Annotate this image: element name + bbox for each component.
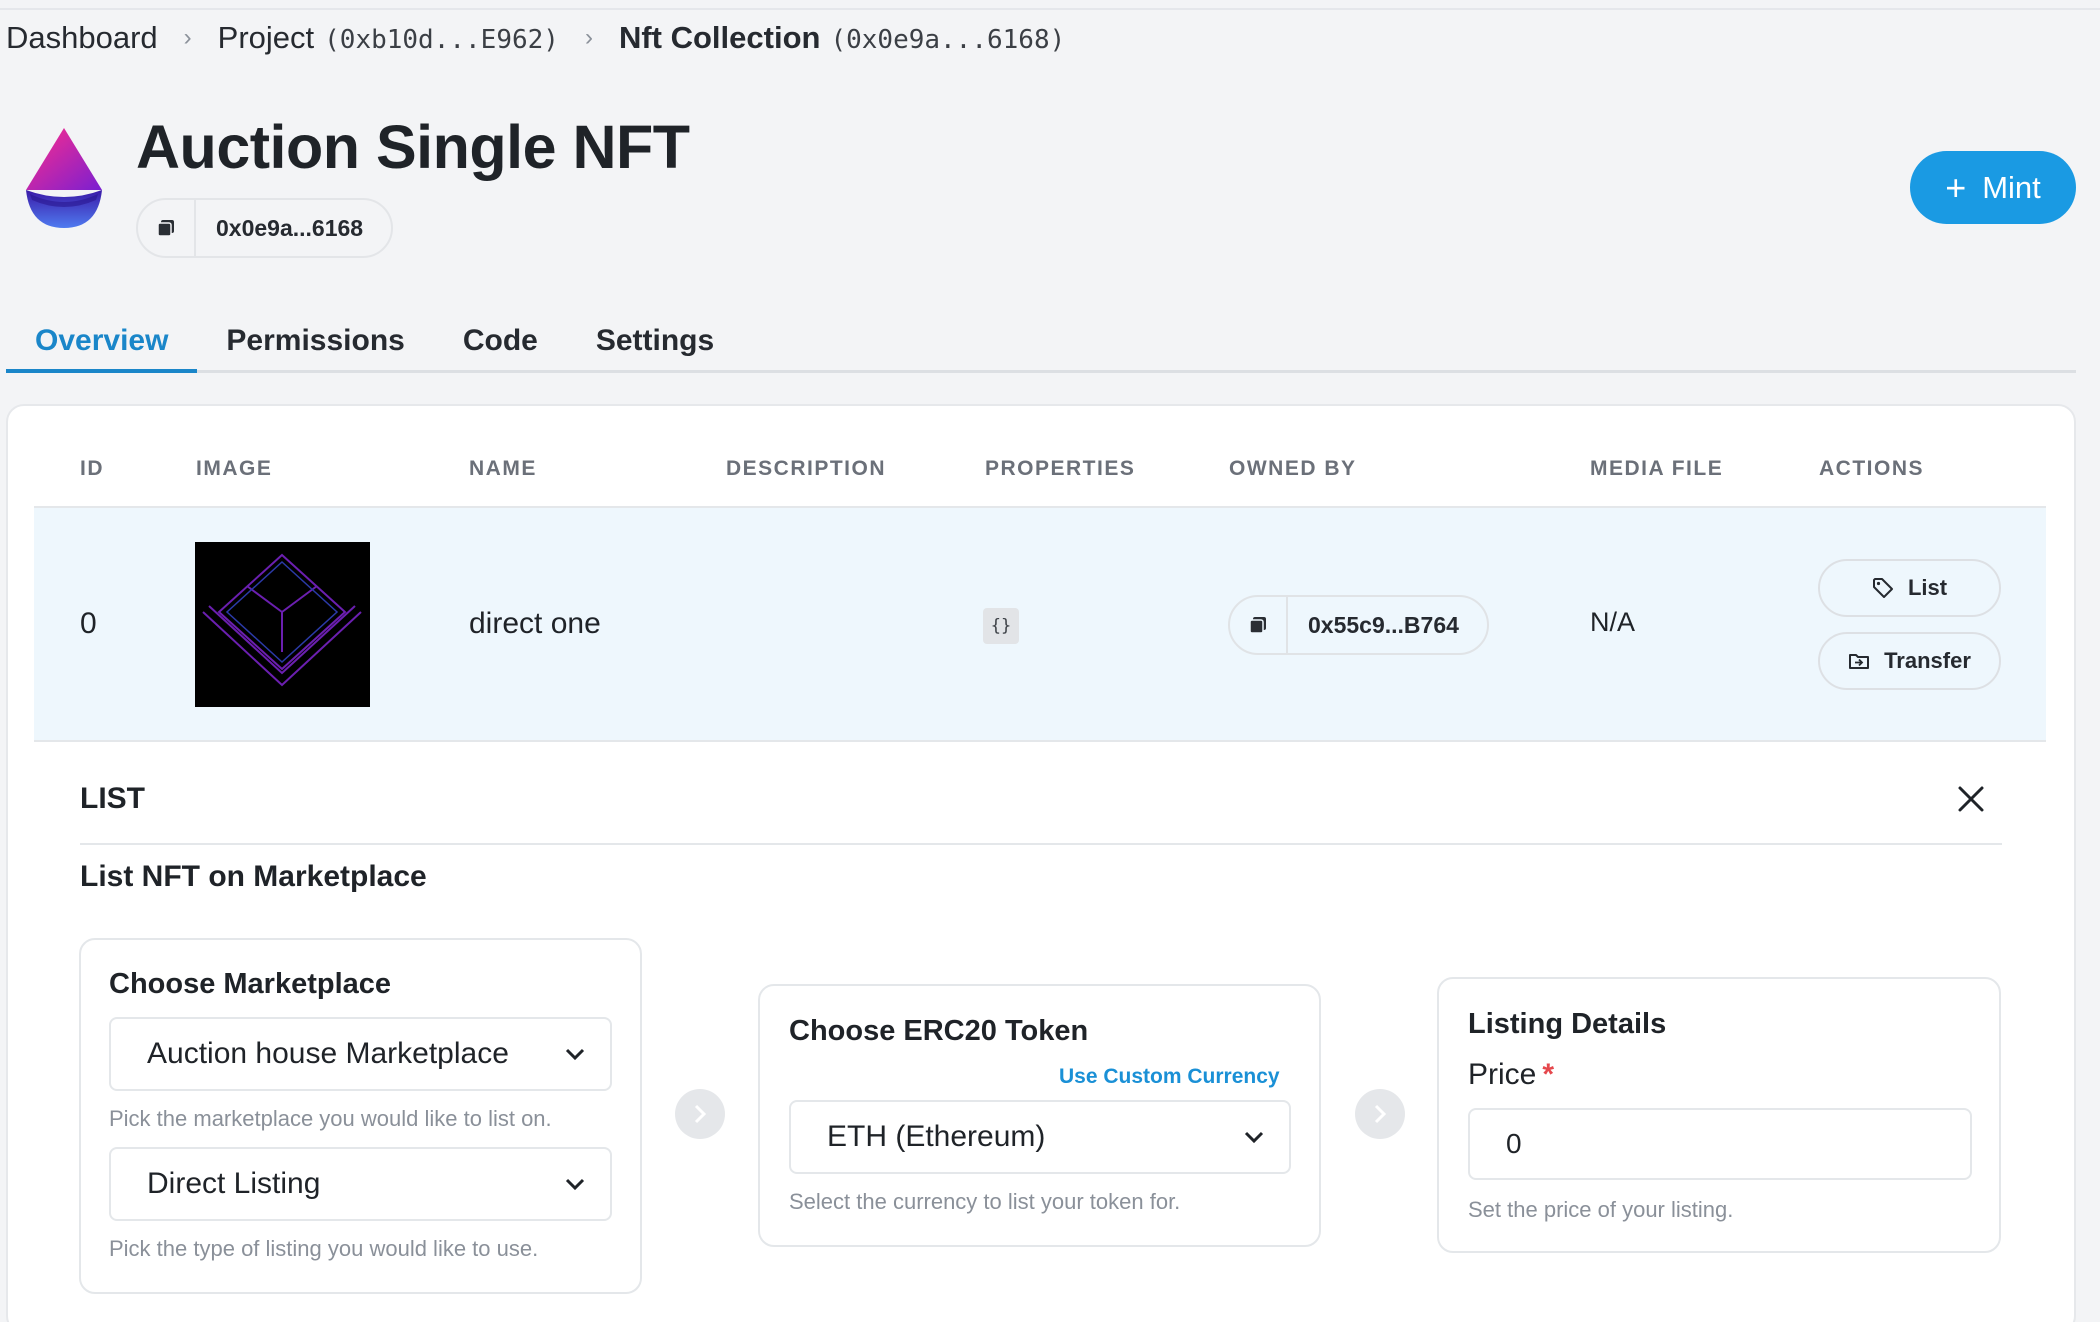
tab-permissions[interactable]: Permissions xyxy=(197,318,433,373)
column-header-name: NAME xyxy=(469,457,537,480)
marketplace-help: Pick the marketplace you would like to l… xyxy=(109,1106,552,1131)
copy-icon[interactable] xyxy=(1230,597,1288,653)
breadcrumb-project[interactable]: Project (0xb10d...E962) xyxy=(218,20,559,56)
cell-name: direct one xyxy=(469,607,601,640)
chevron-down-icon xyxy=(565,1048,585,1061)
transfer-icon xyxy=(1849,654,1870,669)
owner-address-pill[interactable]: 0x55c9...B764 xyxy=(1228,595,1489,655)
tab-overview[interactable]: Overview xyxy=(6,318,198,373)
braces-icon[interactable]: {} xyxy=(983,608,1019,644)
mint-button[interactable]: + Mint xyxy=(1910,151,2076,224)
column-header-actions: ACTIONS xyxy=(1819,457,1924,480)
chevron-down-icon xyxy=(1244,1131,1264,1144)
page-title: Auction Single NFT xyxy=(136,113,690,181)
column-header-properties: PROPERTIES xyxy=(985,457,1136,480)
transfer-button[interactable]: Transfer xyxy=(1818,632,2001,690)
list-button[interactable]: List xyxy=(1818,559,2001,617)
breadcrumb-dashboard[interactable]: Dashboard xyxy=(6,20,158,56)
price-label: Price * xyxy=(1468,1058,1554,1092)
top-border xyxy=(0,0,2100,10)
list-panel-heading: LIST xyxy=(80,782,145,815)
collection-logo xyxy=(26,128,102,228)
column-header-owned-by: OWNED BY xyxy=(1229,457,1357,480)
price-help: Set the price of your listing. xyxy=(1468,1197,1734,1222)
cell-id: 0 xyxy=(80,607,97,640)
breadcrumb-collection-address: (0x0e9a...6168) xyxy=(830,25,1066,55)
price-input[interactable] xyxy=(1468,1108,1972,1180)
marketplace-panel-title: Choose Marketplace xyxy=(109,968,392,1000)
marketplace-select-value: Auction house Marketplace xyxy=(147,1037,509,1070)
cell-media-file: N/A xyxy=(1590,607,1636,637)
column-header-image: IMAGE xyxy=(196,457,273,480)
column-header-id: ID xyxy=(80,457,104,480)
contract-address: 0x0e9a...6168 xyxy=(216,214,364,241)
chevron-right-icon: › xyxy=(584,24,593,51)
tag-icon xyxy=(1872,578,1893,598)
list-panel-subheading: List NFT on Marketplace xyxy=(80,860,427,893)
chevron-down-icon xyxy=(565,1178,585,1191)
copy-icon[interactable] xyxy=(138,200,196,256)
use-custom-currency-link[interactable]: Use Custom Currency xyxy=(1059,1065,1280,1089)
listing-type-select-value: Direct Listing xyxy=(147,1167,321,1200)
token-panel-title: Choose ERC20 Token xyxy=(789,1015,1089,1047)
breadcrumb-project-address: (0xb10d...E962) xyxy=(324,25,559,55)
tab-code[interactable]: Code xyxy=(434,318,567,373)
divider xyxy=(80,843,2002,845)
required-mark: * xyxy=(1542,1058,1555,1091)
breadcrumb: Dashboard › Project (0xb10d...E962) › Nft… xyxy=(6,20,1065,56)
nft-thumbnail xyxy=(195,542,370,707)
listing-type-help: Pick the type of listing you would like … xyxy=(109,1236,539,1261)
breadcrumb-collection: Nft Collection (0x0e9a...6168) xyxy=(619,20,1065,56)
column-header-media-file: MEDIA FILE xyxy=(1590,457,1724,480)
arrow-right-icon xyxy=(1355,1089,1405,1139)
mint-label: Mint xyxy=(1982,169,2041,205)
plus-icon: + xyxy=(1945,166,1967,208)
transfer-button-label: Transfer xyxy=(1884,648,1971,673)
currency-help: Select the currency to list your token f… xyxy=(789,1189,1181,1214)
chevron-right-icon: › xyxy=(183,24,192,51)
listing-type-select[interactable]: Direct Listing xyxy=(109,1147,612,1221)
tab-settings[interactable]: Settings xyxy=(567,318,743,373)
listing-details-title: Listing Details xyxy=(1468,1008,1667,1040)
marketplace-select[interactable]: Auction house Marketplace xyxy=(109,1017,612,1091)
close-icon[interactable] xyxy=(1955,783,1987,815)
currency-select[interactable]: ETH (Ethereum) xyxy=(789,1100,1291,1174)
arrow-right-icon xyxy=(675,1089,725,1139)
currency-select-value: ETH (Ethereum) xyxy=(827,1120,1046,1153)
owner-address: 0x55c9...B764 xyxy=(1308,611,1459,638)
list-button-label: List xyxy=(1907,575,1948,600)
breadcrumb-collection-label: Nft Collection xyxy=(618,20,821,55)
tab-bar: Overview Permissions Code Settings xyxy=(6,318,2076,373)
contract-address-pill[interactable]: 0x0e9a...6168 xyxy=(136,198,394,258)
price-label-text: Price xyxy=(1468,1058,1537,1091)
column-header-description: DESCRIPTION xyxy=(726,457,887,480)
breadcrumb-project-label: Project xyxy=(217,20,315,55)
